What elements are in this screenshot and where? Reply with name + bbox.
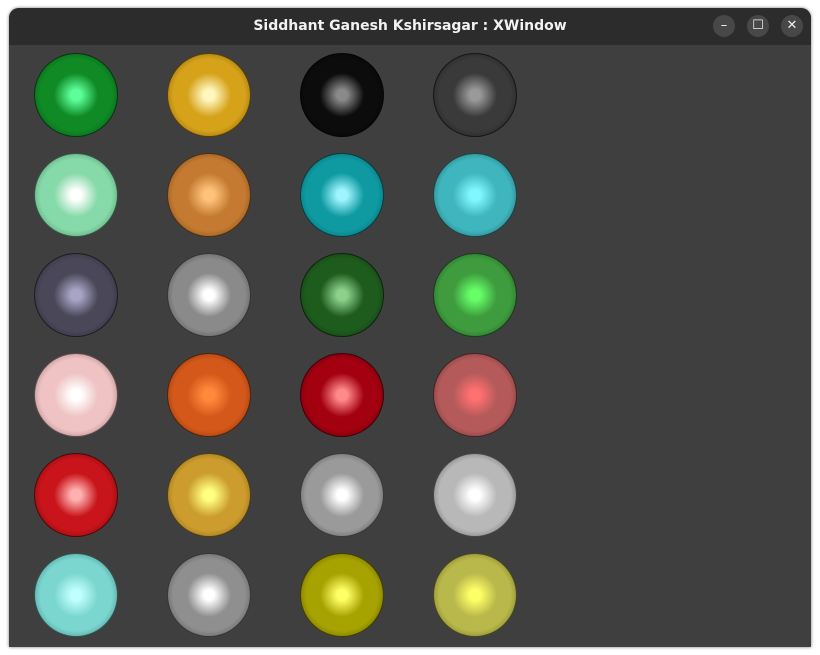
sphere-r1-c4: [433, 53, 517, 137]
sphere-r1-c3: [300, 53, 384, 137]
sphere-r5-c3: [300, 453, 384, 537]
close-icon: ✕: [786, 18, 798, 33]
sphere-r6-c2: [167, 553, 251, 637]
sphere-r1-c1: [34, 53, 118, 137]
sphere-r6-c4: [433, 553, 517, 637]
sphere-r2-c1: [34, 153, 118, 237]
close-button[interactable]: ✕: [781, 15, 803, 37]
sphere-r4-c1: [34, 353, 118, 437]
sphere-r4-c3: [300, 353, 384, 437]
drawing-area: [9, 45, 811, 647]
maximize-icon: ☐: [752, 18, 764, 33]
sphere-r3-c3: [300, 253, 384, 337]
window-title: Siddhant Ganesh Kshirsagar : XWindow: [253, 18, 567, 34]
minimize-icon: –: [720, 18, 728, 33]
sphere-r2-c4: [433, 153, 517, 237]
minimize-button[interactable]: –: [713, 15, 735, 37]
title-bar[interactable]: Siddhant Ganesh Kshirsagar : XWindow – ☐…: [9, 8, 811, 46]
maximize-button[interactable]: ☐: [747, 15, 769, 37]
sphere-r4-c2: [167, 353, 251, 437]
app-window: Siddhant Ganesh Kshirsagar : XWindow – ☐…: [9, 8, 811, 647]
sphere-r5-c4: [433, 453, 517, 537]
sphere-r6-c3: [300, 553, 384, 637]
sphere-r3-c1: [34, 253, 118, 337]
sphere-r5-c1: [34, 453, 118, 537]
sphere-r2-c3: [300, 153, 384, 237]
sphere-r5-c2: [167, 453, 251, 537]
sphere-r3-c4: [433, 253, 517, 337]
sphere-r6-c1: [34, 553, 118, 637]
sphere-r3-c2: [167, 253, 251, 337]
sphere-r4-c4: [433, 353, 517, 437]
sphere-r1-c2: [167, 53, 251, 137]
sphere-r2-c2: [167, 153, 251, 237]
